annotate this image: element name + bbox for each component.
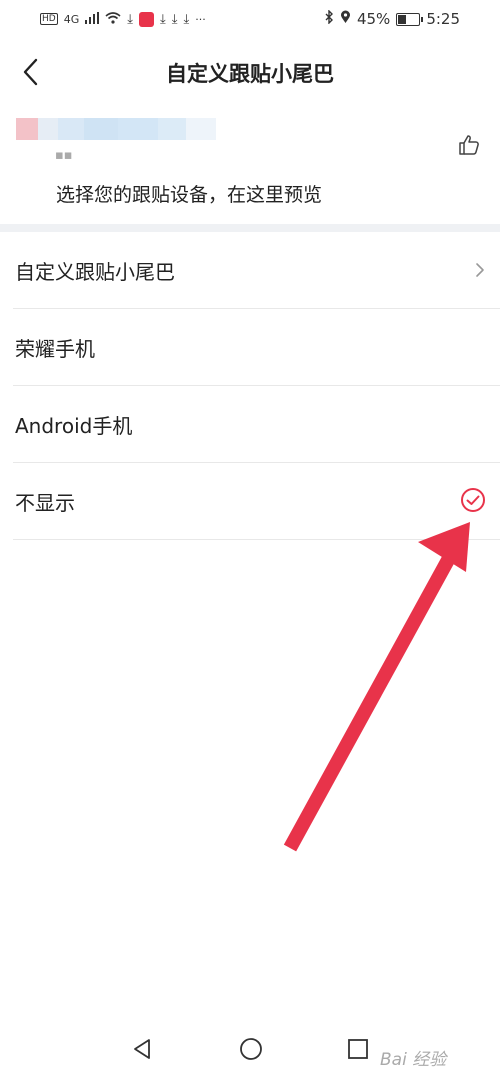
preview-card: ▪▪ 选择您的跟贴设备，在这里预览 [0,106,500,224]
network-type: 4G [63,12,80,26]
circle-home-icon [240,1038,262,1060]
device-options-list: 自定义跟贴小尾巴 荣耀手机 Android手机 不显示 [0,232,500,540]
chevron-right-icon [476,263,484,277]
page-title: 自定义跟贴小尾巴 [166,62,334,86]
nav-header: 自定义跟贴小尾巴 [0,38,500,106]
square-recents-icon [348,1039,368,1059]
wifi-icon [105,11,121,27]
download-icon: ⤓ [127,11,133,27]
thumbs-up-icon [459,135,479,155]
status-right-icons: 45% 5:25 [324,8,460,30]
download-icon: ⤓ [171,11,178,27]
option-label: 不显示 [15,491,75,515]
hd-badge: HD [40,13,58,25]
battery-level-fill [398,14,407,24]
option-android-phone[interactable]: Android手机 [13,386,500,463]
blurred-subtitle: ▪▪ [55,148,73,163]
option-label: Android手机 [15,414,133,438]
more-notifications-icon: ··· [195,12,206,26]
option-label: 自定义跟贴小尾巴 [15,260,175,284]
watermark: Bai 经验 [380,1050,447,1070]
option-label: 荣耀手机 [15,337,95,361]
like-button[interactable] [458,134,480,156]
system-recents-button[interactable] [346,1037,370,1065]
clock: 5:25 [426,10,460,28]
option-custom-tail[interactable]: 自定义跟贴小尾巴 [13,232,500,309]
battery-icon [396,12,424,26]
download-icon: ⤓ [159,11,166,27]
system-home-button[interactable] [239,1037,263,1065]
bluetooth-icon [324,9,334,28]
battery-percent: 45% [356,10,391,28]
section-divider [0,224,500,232]
location-icon [340,10,351,28]
annotation-arrow [283,522,470,852]
system-back-button[interactable] [130,1037,154,1065]
app-notification-icon [138,11,154,27]
option-honor-phone[interactable]: 荣耀手机 [13,309,500,386]
status-left-icons: HD 4G ⤓ ⤓ ⤓ ⤓ ··· [40,8,206,30]
triangle-back-icon [134,1039,150,1059]
signal-icon [85,11,100,27]
system-nav-bar: Bai 经验 [0,1023,500,1083]
status-bar: HD 4G ⤓ ⤓ ⤓ ⤓ ··· 45% 5:25 [0,0,500,38]
blurred-username [16,118,216,140]
preview-text: 选择您的跟贴设备，在这里预览 [56,184,323,206]
download-icon: ⤓ [183,11,190,27]
